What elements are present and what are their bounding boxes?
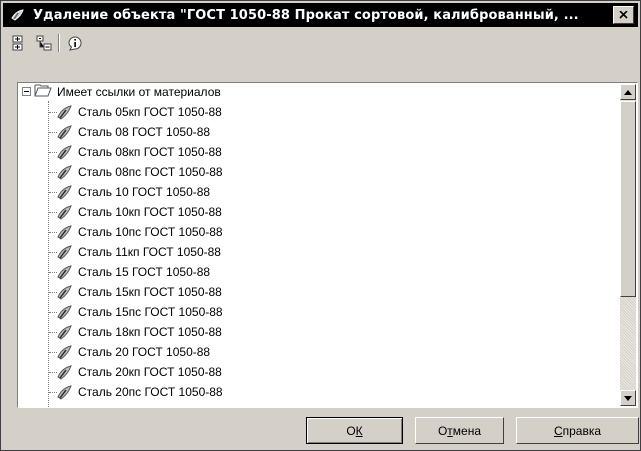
tree-item[interactable]: Сталь 10пс ГОСТ 1050-88: [56, 222, 223, 242]
collapse-node-icon[interactable]: [22, 87, 31, 96]
tree-item-label: Сталь 08кп ГОСТ 1050-88: [78, 145, 222, 159]
open-folder-icon: [34, 83, 52, 100]
collapse-tree-icon: [36, 35, 52, 51]
collapse-tree-button[interactable]: [33, 32, 55, 54]
window-title: Удаление объекта "ГОСТ 1050-88 Прокат со…: [33, 7, 579, 23]
title-bar[interactable]: Удаление объекта "ГОСТ 1050-88 Прокат со…: [3, 3, 638, 27]
steel-material-icon: [57, 205, 72, 220]
tree-item-label: Сталь 18кп ГОСТ 1050-88: [78, 325, 222, 339]
close-button[interactable]: [613, 6, 634, 24]
tree-item[interactable]: Сталь 15пс ГОСТ 1050-88: [56, 302, 223, 322]
toolbar-separator: [58, 34, 60, 52]
delete-object-dialog: Удаление объекта "ГОСТ 1050-88 Прокат со…: [0, 0, 641, 451]
tree-item-label: Сталь 15 ГОСТ 1050-88: [78, 265, 211, 279]
cancel-label-prefix: О: [437, 423, 448, 438]
tree-item-label: Сталь 20пс ГОСТ 1050-88: [78, 385, 223, 399]
tree-item[interactable]: Сталь 05кп ГОСТ 1050-88: [56, 102, 222, 122]
info-button[interactable]: [64, 32, 86, 54]
steel-material-icon: [57, 385, 72, 400]
steel-material-icon: [57, 265, 72, 280]
steel-material-icon: [57, 145, 72, 160]
tree-item[interactable]: Сталь 15кп ГОСТ 1050-88: [56, 282, 222, 302]
tree-item-label: Сталь 10кп ГОСТ 1050-88: [78, 205, 222, 219]
tree-connector-line: [48, 101, 50, 407]
steel-material-icon: [57, 325, 72, 340]
ok-label-mnemonic: К: [355, 423, 363, 438]
tree-item-label: Сталь 20 ГОСТ 1050-88: [78, 345, 211, 359]
steel-material-icon: [57, 285, 72, 300]
ok-label-prefix: О: [346, 423, 356, 438]
tree-item[interactable]: Сталь 20пс ГОСТ 1050-88: [56, 382, 223, 402]
steel-material-icon: [57, 165, 72, 180]
tree-item[interactable]: Сталь 20 ГОСТ 1050-88: [56, 342, 210, 362]
tree-item[interactable]: Сталь 15 ГОСТ 1050-88: [56, 262, 210, 282]
vertical-scrollbar[interactable]: [620, 84, 636, 406]
steel-material-icon: [57, 125, 72, 140]
expand-all-icon: [12, 35, 23, 51]
help-label-mnemonic: С: [553, 423, 563, 438]
tree-root-label: Имеет ссылки от материалов: [57, 84, 221, 99]
tree-content: Имеет ссылки от материалов Сталь 05кп ГО…: [18, 83, 618, 407]
tree-item[interactable]: Сталь 10 ГОСТ 1050-88: [56, 182, 210, 202]
tree-item[interactable]: Сталь 20кп ГОСТ 1050-88: [56, 362, 222, 382]
steel-material-icon: [57, 305, 72, 320]
tree-item-label: Сталь 11кп ГОСТ 1050-88: [78, 245, 221, 259]
references-tree[interactable]: Имеет ссылки от материалов Сталь 05кп ГО…: [17, 82, 638, 408]
steel-material-icon: [57, 345, 72, 360]
ok-button[interactable]: ОК: [306, 417, 403, 444]
expand-all-button[interactable]: [7, 32, 29, 54]
cancel-label-rest: мена: [452, 423, 482, 438]
tree-item[interactable]: Сталь 08 ГОСТ 1050-88: [56, 122, 210, 142]
tree-item[interactable]: Сталь 08кп ГОСТ 1050-88: [56, 142, 222, 162]
steel-material-icon: [57, 245, 72, 260]
tree-item-label: Сталь 08пс ГОСТ 1050-88: [78, 165, 223, 179]
help-button[interactable]: Справка: [516, 417, 639, 444]
tree-item-label: Сталь 08 ГОСТ 1050-88: [78, 125, 211, 139]
tree-item-label: Сталь 15кп ГОСТ 1050-88: [78, 285, 222, 299]
material-app-icon: [9, 6, 27, 24]
steel-material-icon: [57, 105, 72, 120]
tree-item[interactable]: Сталь 08пс ГОСТ 1050-88: [56, 162, 223, 182]
help-label-rest: правка: [562, 423, 602, 438]
scroll-down-button[interactable]: [620, 390, 636, 406]
tree-item[interactable]: Сталь 18кп ГОСТ 1050-88: [56, 322, 222, 342]
tree-root-node[interactable]: Имеет ссылки от материалов: [22, 83, 221, 100]
scroll-up-button[interactable]: [620, 84, 636, 100]
steel-material-icon: [57, 185, 72, 200]
tree-item[interactable]: Сталь 11кп ГОСТ 1050-88: [56, 242, 221, 262]
toolbar: [3, 29, 638, 57]
arrow-down-icon: [624, 395, 632, 401]
arrow-up-icon: [624, 89, 632, 95]
scrollbar-thumb[interactable]: [620, 101, 636, 297]
steel-material-icon: [57, 225, 72, 240]
tree-item-label: Сталь 10пс ГОСТ 1050-88: [78, 225, 223, 239]
steel-material-icon: [57, 365, 72, 380]
tree-item[interactable]: Сталь 10кп ГОСТ 1050-88: [56, 202, 222, 222]
cancel-button[interactable]: От мена: [415, 417, 504, 444]
tree-item-label: Сталь 15пс ГОСТ 1050-88: [78, 305, 223, 319]
tree-item-label: Сталь 20кп ГОСТ 1050-88: [78, 365, 222, 379]
tree-item-label: Сталь 10 ГОСТ 1050-88: [78, 185, 211, 199]
tree-item-label: Сталь 05кп ГОСТ 1050-88: [78, 105, 222, 119]
info-icon: [68, 36, 82, 51]
close-icon: [619, 11, 628, 19]
